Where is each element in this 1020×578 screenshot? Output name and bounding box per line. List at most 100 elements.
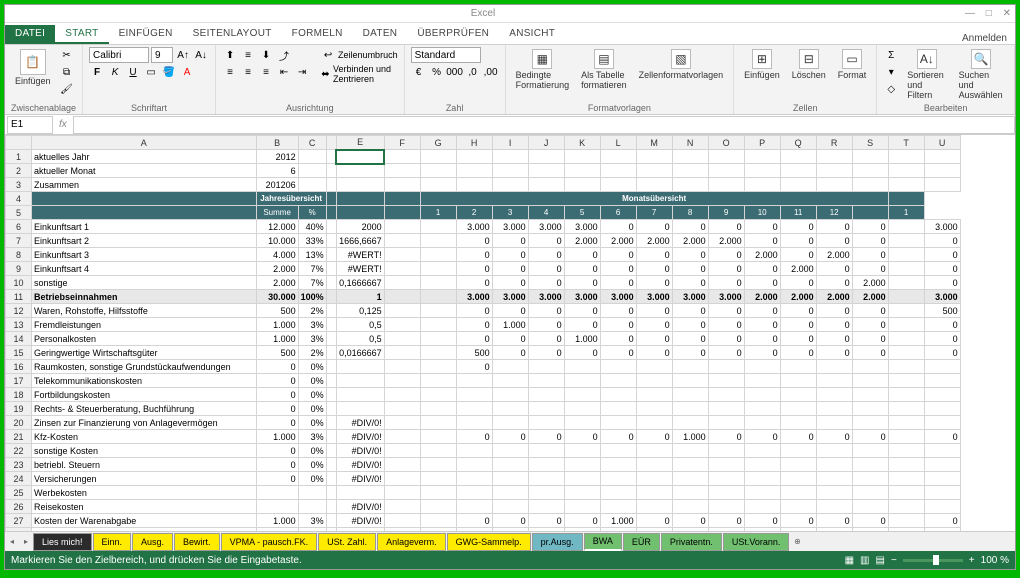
autosum-icon[interactable]: Σ — [883, 47, 899, 63]
signin-link[interactable]: Anmelden — [962, 33, 1015, 44]
cell[interactable] — [924, 486, 960, 500]
ribbon-tab-datei[interactable]: DATEI — [5, 25, 55, 44]
row-header[interactable]: 25 — [6, 486, 32, 500]
cell[interactable] — [420, 416, 456, 430]
cell[interactable]: 0 — [636, 276, 672, 290]
cell[interactable] — [456, 388, 492, 402]
cell[interactable]: 3.000 — [528, 290, 564, 304]
cell[interactable] — [326, 150, 336, 164]
cell[interactable]: betriebl. Steuern — [32, 458, 257, 472]
cell[interactable] — [492, 388, 528, 402]
cell[interactable] — [744, 500, 780, 514]
cell[interactable]: 0 — [492, 304, 528, 318]
cell[interactable] — [744, 178, 780, 192]
cell[interactable] — [708, 388, 744, 402]
cell[interactable] — [708, 486, 744, 500]
cell[interactable] — [816, 388, 852, 402]
select-all[interactable] — [6, 136, 32, 150]
cell[interactable] — [456, 150, 492, 164]
cell[interactable]: Werbekosten — [32, 486, 257, 500]
cell[interactable] — [708, 164, 744, 178]
row-header[interactable]: 8 — [6, 248, 32, 262]
view-normal-icon[interactable]: ▦ — [845, 555, 854, 566]
cell[interactable]: 0 — [456, 304, 492, 318]
cell[interactable] — [816, 402, 852, 416]
cell[interactable] — [636, 416, 672, 430]
cell[interactable]: 2.000 — [816, 290, 852, 304]
cell[interactable]: 0 — [528, 248, 564, 262]
cell[interactable]: 0 — [816, 262, 852, 276]
cell[interactable]: Zusammen — [32, 178, 257, 192]
cell[interactable]: Fortbildungskosten — [32, 388, 257, 402]
find-select-button[interactable]: 🔍Suchen und Auswählen — [955, 47, 1008, 102]
cell[interactable] — [326, 500, 336, 514]
cell[interactable] — [492, 528, 528, 532]
sheet-tab[interactable]: Privatentn. — [661, 533, 722, 551]
cell[interactable]: 0 — [256, 360, 298, 374]
fontsize-select[interactable] — [151, 47, 173, 63]
cell[interactable] — [456, 444, 492, 458]
cell[interactable] — [326, 472, 336, 486]
cell[interactable] — [456, 486, 492, 500]
cell[interactable] — [708, 444, 744, 458]
row-header[interactable]: 7 — [6, 234, 32, 248]
cell[interactable] — [420, 262, 456, 276]
cell[interactable]: Personalkosten — [32, 332, 257, 346]
cell[interactable]: 3.000 — [456, 290, 492, 304]
insert-cells-button[interactable]: ⊞Einfügen — [740, 47, 784, 82]
cell[interactable]: 2000 — [336, 220, 384, 234]
ribbon-tab-formeln[interactable]: FORMELN — [282, 25, 353, 44]
sheet-tab[interactable]: Lies mich! — [33, 533, 92, 551]
cell[interactable]: 2.000 — [636, 234, 672, 248]
cell[interactable] — [384, 500, 420, 514]
col-header[interactable]: M — [636, 136, 672, 150]
cell[interactable] — [384, 360, 420, 374]
currency-icon[interactable]: € — [411, 64, 427, 80]
cell[interactable]: 0 — [456, 332, 492, 346]
cell[interactable]: 3.000 — [708, 290, 744, 304]
cell[interactable] — [852, 402, 888, 416]
cell[interactable] — [816, 416, 852, 430]
cell[interactable] — [888, 220, 924, 234]
row-header[interactable]: 26 — [6, 500, 32, 514]
cell[interactable] — [336, 402, 384, 416]
cell[interactable]: 0 — [672, 332, 708, 346]
cell[interactable] — [852, 416, 888, 430]
cell[interactable]: 1.000 — [672, 430, 708, 444]
cell[interactable] — [420, 346, 456, 360]
cell[interactable] — [672, 486, 708, 500]
cell[interactable]: 0 — [708, 430, 744, 444]
cell[interactable] — [326, 346, 336, 360]
cell[interactable]: Einkunftsart 4 — [32, 262, 257, 276]
cell[interactable] — [708, 472, 744, 486]
cell[interactable] — [636, 458, 672, 472]
align-middle-icon[interactable]: ≡ — [240, 47, 256, 63]
align-center-icon[interactable]: ≡ — [240, 64, 256, 80]
cell[interactable] — [564, 486, 600, 500]
row-header[interactable]: 12 — [6, 304, 32, 318]
cell[interactable] — [924, 150, 960, 164]
cell[interactable] — [492, 444, 528, 458]
cell[interactable] — [528, 150, 564, 164]
cell[interactable] — [888, 444, 924, 458]
cell[interactable] — [708, 374, 744, 388]
row-header[interactable]: 9 — [6, 262, 32, 276]
cell[interactable] — [672, 472, 708, 486]
row-header[interactable]: 16 — [6, 360, 32, 374]
cell[interactable] — [326, 402, 336, 416]
cell[interactable] — [708, 416, 744, 430]
cell[interactable] — [780, 416, 816, 430]
cell[interactable] — [492, 360, 528, 374]
cell[interactable] — [780, 500, 816, 514]
cell[interactable] — [420, 514, 456, 528]
view-layout-icon[interactable]: ▥ — [860, 555, 869, 566]
cell[interactable]: 0% — [298, 472, 326, 486]
cell[interactable]: 0 — [744, 346, 780, 360]
sheet-tab[interactable]: BWA — [584, 533, 622, 551]
cell[interactable]: 0 — [528, 304, 564, 318]
cell[interactable] — [888, 332, 924, 346]
col-header[interactable]: L — [600, 136, 636, 150]
cell[interactable] — [852, 388, 888, 402]
sheet-tab[interactable]: Bewirt. — [174, 533, 220, 551]
cell[interactable]: 0 — [816, 318, 852, 332]
